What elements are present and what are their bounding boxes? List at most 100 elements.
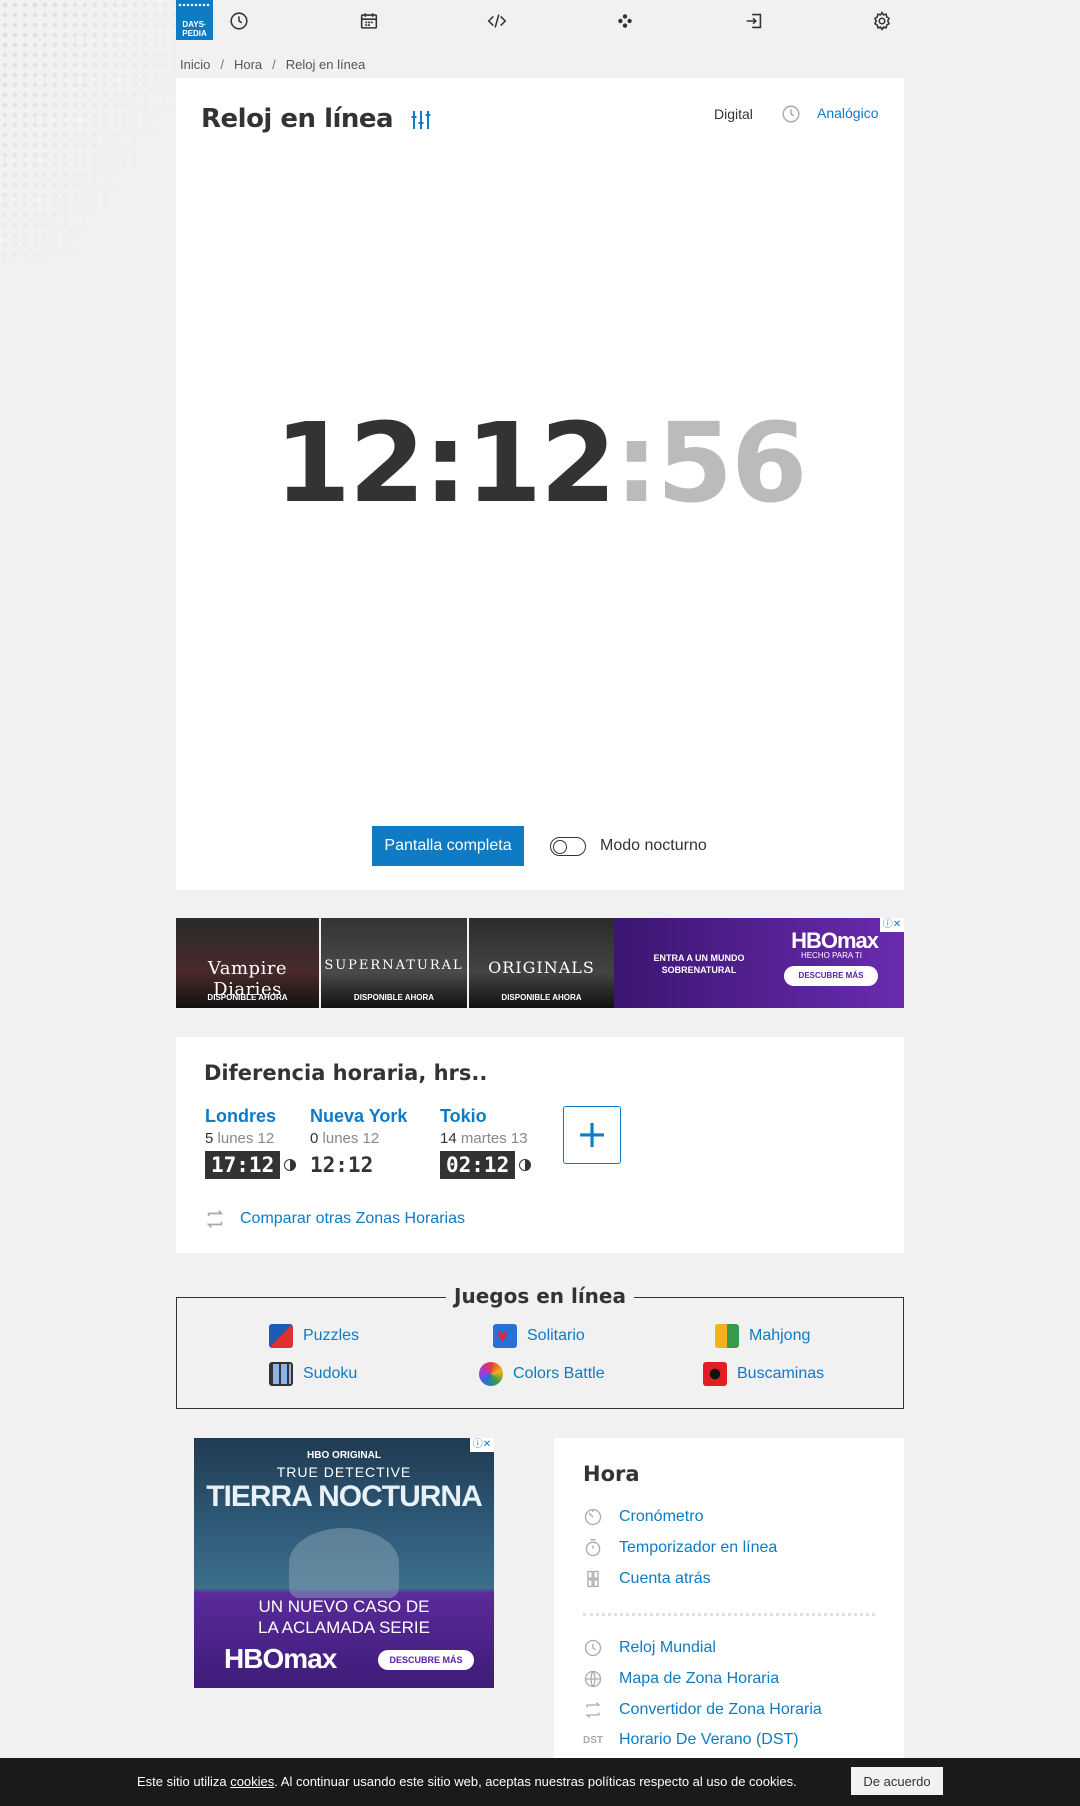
- breadcrumb-current: Reloj en línea: [285, 57, 366, 72]
- mode-digital-tab[interactable]: Digital: [714, 106, 753, 122]
- cookie-accept-button[interactable]: De acuerdo: [851, 1767, 943, 1795]
- ad-poster: ORIGINALS DISPONIBLE AHORA: [469, 918, 614, 1008]
- mode-analog-tab[interactable]: Analógico: [817, 105, 879, 121]
- breadcrumb-hora[interactable]: Hora: [234, 57, 262, 72]
- breadcrumb-separator: /: [272, 57, 276, 72]
- city-card-tokyo[interactable]: Tokio 14 martes 13 02:12: [440, 1106, 532, 1179]
- time-tools-sidebar: Hora Cronómetro Temporizador en línea Cu…: [554, 1438, 904, 1758]
- game-solitario[interactable]: ♥ Solitario: [493, 1324, 585, 1348]
- games-icon[interactable]: [612, 8, 638, 34]
- minesweeper-icon: [703, 1362, 727, 1386]
- ad-poster-title: ORIGINALS: [488, 958, 595, 977]
- sidebar-item-label: Cronómetro: [619, 1508, 704, 1525]
- sidebar-item-reloj-mundial[interactable]: Reloj Mundial: [583, 1638, 716, 1658]
- cookie-policy-link[interactable]: cookies: [230, 1774, 274, 1789]
- ad-poster: Vampire Diaries DISPONIBLE AHORA: [176, 918, 319, 1008]
- ad-hbo-panel: ENTRA A UN MUNDO SOBRENATURAL HBOmax HEC…: [614, 918, 904, 1008]
- calendar-icon[interactable]: [356, 8, 382, 34]
- clock-panel: Reloj en línea Digital Analógico 12:12:5…: [176, 78, 904, 890]
- ad-poster-title: SUPERNATURAL: [324, 958, 464, 973]
- ad-close-icon[interactable]: ⓘ✕: [470, 1438, 494, 1452]
- game-buscaminas[interactable]: Buscaminas: [703, 1362, 824, 1386]
- login-icon[interactable]: [741, 8, 767, 34]
- puzzles-icon: [269, 1324, 293, 1348]
- mahjong-icon: [715, 1324, 739, 1348]
- stopwatch-icon: [584, 1508, 602, 1526]
- clock-seconds: :56: [614, 399, 808, 527]
- city-time-value: 17:12: [205, 1151, 281, 1179]
- convert-icon: [585, 1702, 601, 1718]
- sidebar-item-cuenta-atras[interactable]: Cuenta atrás: [583, 1569, 711, 1589]
- online-games-box: Juegos en línea Puzzles ♥ Solitario Mahj…: [176, 1284, 904, 1409]
- ad-poster-tagline: DISPONIBLE AHORA: [353, 993, 435, 1002]
- city-card-london[interactable]: Londres 5 lunes 12 17:12: [205, 1106, 297, 1179]
- compare-timezones-label: Comparar otras Zonas Horarias: [240, 1210, 465, 1227]
- city-day: lunes 12: [322, 1130, 380, 1147]
- site-logo[interactable]: DAYS· PEDIA: [176, 0, 213, 40]
- page-title: Reloj en línea: [201, 104, 394, 134]
- game-puzzles[interactable]: Puzzles: [269, 1324, 359, 1348]
- ad-square-orig: HBO ORIGINAL: [307, 1450, 381, 1461]
- ad-square-title: TIERRA NOCTURNA: [206, 1480, 483, 1513]
- clock-settings-icon[interactable]: [409, 108, 433, 132]
- dst-icon: DST: [583, 1734, 603, 1746]
- city-time-value: 12:12: [310, 1153, 374, 1177]
- clock-icon: [584, 1639, 602, 1657]
- game-colors-battle[interactable]: Colors Battle: [479, 1362, 605, 1386]
- top-nav: DAYS· PEDIA: [176, 0, 904, 42]
- sidebar-item-convertidor[interactable]: Convertidor de Zona Horaria: [583, 1700, 822, 1720]
- sidebar-item-label: Cuenta atrás: [619, 1570, 711, 1587]
- compare-timezones-link[interactable]: Comparar otras Zonas Horarias: [204, 1208, 465, 1230]
- game-sudoku[interactable]: Sudoku: [269, 1362, 357, 1386]
- clock-icon[interactable]: [226, 8, 252, 34]
- city-name[interactable]: Nueva York: [310, 1106, 407, 1127]
- ad-square[interactable]: HBO ORIGINAL TRUE DETECTIVE TIERRA NOCTU…: [194, 1438, 494, 1688]
- ad-close-icon[interactable]: ⓘ✕: [880, 918, 904, 932]
- city-time: 02:12: [440, 1151, 532, 1179]
- breadcrumb-home[interactable]: Inicio: [180, 57, 210, 72]
- ad-cta-button[interactable]: DESCUBRE MÁS: [784, 966, 878, 986]
- breadcrumb: Inicio / Hora / Reloj en línea: [180, 57, 365, 72]
- night-mode-label: Modo nocturno: [600, 837, 707, 854]
- game-label: Sudoku: [303, 1365, 358, 1382]
- ad-poster-tagline: DISPONIBLE AHORA: [207, 993, 288, 1002]
- fullscreen-button[interactable]: Pantalla completa: [372, 826, 524, 866]
- city-time: 17:12: [205, 1151, 297, 1179]
- time-difference-card: Diferencia horaria, hrs.. Londres 5 lune…: [176, 1037, 904, 1253]
- decorative-dot-pattern: [0, 0, 176, 260]
- ad-square-tagline-2: LA ACLAMADA SERIE: [258, 1618, 430, 1637]
- ad-hbo-sub: HECHO PARA TI: [800, 951, 862, 960]
- ad-banner[interactable]: Vampire Diaries DISPONIBLE AHORA SUPERNA…: [176, 918, 904, 1008]
- sidebar-item-cronometro[interactable]: Cronómetro: [583, 1507, 703, 1527]
- sidebar-title: Hora: [583, 1462, 640, 1486]
- logo-line1: DAYS·: [182, 20, 207, 29]
- timer-icon: [585, 1539, 601, 1557]
- globe-icon: [584, 1670, 602, 1688]
- solitaire-icon: ♥: [493, 1324, 517, 1348]
- city-offset: 5 lunes 12: [205, 1130, 296, 1147]
- sidebar-item-label: Horario De Verano (DST): [619, 1731, 799, 1748]
- city-name[interactable]: Londres: [205, 1106, 296, 1127]
- game-mahjong[interactable]: Mahjong: [715, 1324, 810, 1348]
- city-time-value: 02:12: [440, 1151, 516, 1179]
- ad-cta-button[interactable]: DESCUBRE MÁS: [378, 1650, 474, 1670]
- gear-icon[interactable]: [869, 8, 895, 34]
- sidebar-item-dst[interactable]: DST Horario De Verano (DST): [583, 1731, 799, 1749]
- city-card-new-york[interactable]: Nueva York 0 lunes 12 12:12: [310, 1106, 407, 1179]
- colors-battle-icon: [479, 1362, 503, 1386]
- add-city-button[interactable]: +: [563, 1106, 621, 1164]
- breadcrumb-separator: /: [220, 57, 224, 72]
- city-day: martes 13: [460, 1130, 528, 1147]
- city-name[interactable]: Tokio: [440, 1106, 531, 1127]
- sidebar-item-mapa-zona[interactable]: Mapa de Zona Horaria: [583, 1669, 779, 1689]
- time-difference-title: Diferencia horaria, hrs..: [204, 1061, 488, 1085]
- moon-icon: [284, 1159, 297, 1171]
- clock-hours-minutes: 12:12: [274, 399, 616, 527]
- city-day: lunes 12: [217, 1130, 275, 1147]
- sidebar-item-temporizador[interactable]: Temporizador en línea: [583, 1538, 777, 1558]
- game-label: Solitario: [527, 1327, 585, 1344]
- city-time: 12:12: [310, 1151, 379, 1179]
- game-label: Colors Battle: [513, 1365, 605, 1382]
- code-icon[interactable]: [484, 8, 510, 34]
- night-mode-toggle[interactable]: [550, 837, 586, 856]
